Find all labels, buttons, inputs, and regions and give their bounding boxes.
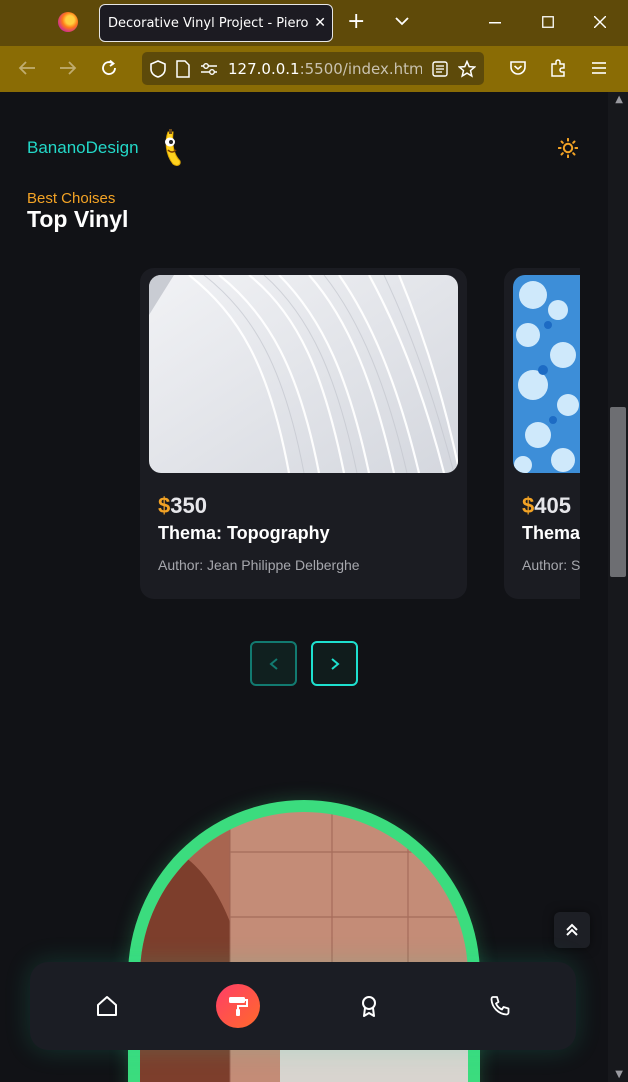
card-author: Author: S xyxy=(522,557,580,573)
page-viewport: BananoDesign Best Choises Top Vinyl $350… xyxy=(0,92,628,1082)
section-title: Top Vinyl xyxy=(27,206,129,232)
phone-icon xyxy=(490,996,510,1016)
page-icon xyxy=(176,59,190,78)
back-icon[interactable] xyxy=(18,60,36,76)
scroll-to-top-button[interactable] xyxy=(554,912,590,948)
double-chevron-up-icon xyxy=(566,923,578,936)
tab-list-chevron-icon[interactable] xyxy=(395,16,409,26)
card-theme: Thema: Frost xyxy=(522,523,580,543)
url-host: 127.0.0.1 xyxy=(228,59,300,78)
url-text[interactable]: 127.0.0.1:5500/index.htm xyxy=(228,60,422,78)
reload-icon[interactable] xyxy=(100,59,118,77)
scroll-up-arrow-icon[interactable]: ▲ xyxy=(615,94,623,105)
url-path: :5500/index.htm xyxy=(299,59,422,78)
forward-icon[interactable] xyxy=(59,60,77,76)
nav-home[interactable] xyxy=(85,984,129,1028)
paint-roller-icon xyxy=(229,997,248,1016)
chevron-right-icon xyxy=(330,657,340,670)
currency-symbol: $ xyxy=(158,493,171,518)
vinyl-image-frost xyxy=(513,275,580,473)
extensions-icon[interactable] xyxy=(549,58,567,78)
window-close-icon[interactable] xyxy=(594,16,606,28)
card-price: $405 xyxy=(522,493,571,519)
award-icon xyxy=(362,996,376,1017)
price-value: 350 xyxy=(170,493,207,518)
section-eyebrow: Best Choises xyxy=(27,190,116,207)
site-permissions-icon[interactable] xyxy=(200,62,218,76)
nav-decor[interactable] xyxy=(216,984,260,1028)
chevron-left-icon xyxy=(268,657,278,670)
price-value: 405 xyxy=(534,493,571,518)
vinyl-image-topography xyxy=(149,275,458,473)
brand-logo-text[interactable]: BananoDesign xyxy=(27,138,139,158)
card-theme: Thema: Topography xyxy=(158,523,330,543)
nav-contact[interactable] xyxy=(478,984,522,1028)
close-tab-icon[interactable]: ✕ xyxy=(314,15,326,31)
browser-tab-bar: Decorative Vinyl Project - Piero Bi ✕ + xyxy=(0,0,628,46)
browser-tab[interactable]: Decorative Vinyl Project - Piero Bi ✕ xyxy=(99,4,333,42)
minimize-icon[interactable] xyxy=(489,22,501,24)
card-price: $350 xyxy=(158,493,207,519)
bookmark-star-icon[interactable] xyxy=(458,59,476,78)
sun-icon[interactable] xyxy=(558,138,578,158)
home-icon xyxy=(97,996,117,1016)
page-scrollbar[interactable]: ▲ ▼ xyxy=(608,92,628,1082)
bottom-navigation xyxy=(30,962,576,1050)
tab-title: Decorative Vinyl Project - Piero Bi xyxy=(108,15,311,31)
address-bar[interactable]: 127.0.0.1:5500/index.htm xyxy=(142,52,484,85)
currency-symbol: $ xyxy=(522,493,535,518)
pocket-icon[interactable] xyxy=(509,59,527,77)
vinyl-card[interactable]: $350 Thema: Topography Author: Jean Phil… xyxy=(140,268,467,599)
shield-icon[interactable] xyxy=(150,59,166,78)
scrollbar-thumb[interactable] xyxy=(610,407,626,577)
maximize-icon[interactable] xyxy=(542,16,554,28)
new-tab-icon[interactable]: + xyxy=(347,11,365,33)
banana-mascot-icon xyxy=(165,129,181,166)
reader-view-icon[interactable] xyxy=(432,60,448,77)
nav-awards[interactable] xyxy=(347,984,391,1028)
browser-nav-bar: 127.0.0.1:5500/index.htm xyxy=(0,46,628,92)
card-author: Author: Jean Philippe Delberghe xyxy=(158,557,360,573)
carousel-next-button[interactable] xyxy=(311,641,358,686)
menu-icon[interactable] xyxy=(591,61,607,75)
vinyl-card[interactable]: $405 Thema: Frost Author: S xyxy=(504,268,580,599)
carousel-prev-button[interactable] xyxy=(250,641,297,686)
firefox-logo-icon[interactable] xyxy=(58,12,78,32)
vinyl-carousel[interactable]: $350 Thema: Topography Author: Jean Phil… xyxy=(0,268,580,600)
scroll-down-arrow-icon[interactable]: ▼ xyxy=(615,1069,623,1080)
